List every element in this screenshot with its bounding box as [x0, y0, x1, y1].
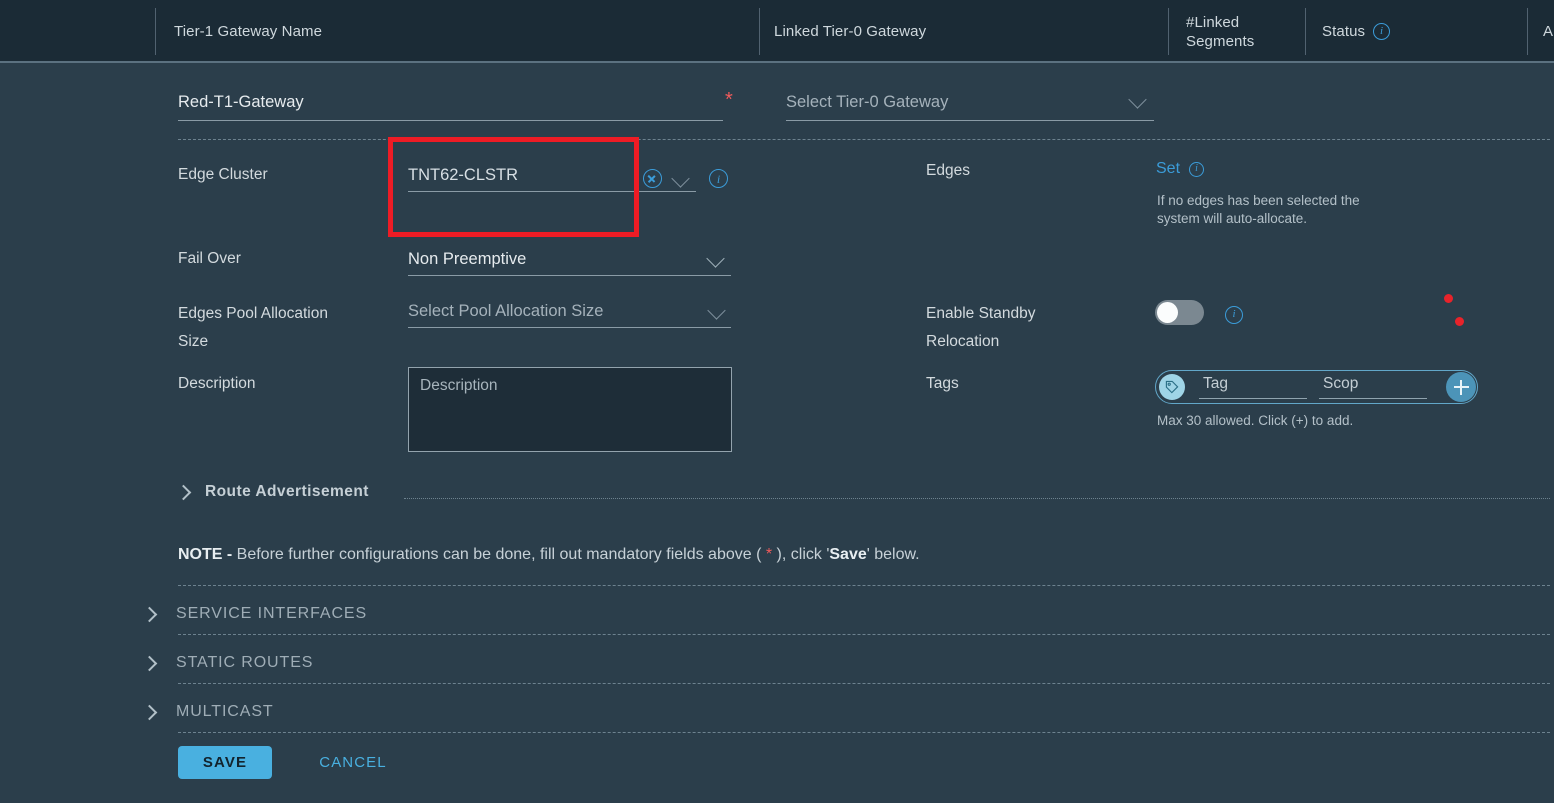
gateway-name-input[interactable]: Red-T1-Gateway — [178, 85, 723, 121]
edges-label: Edges — [926, 162, 970, 179]
edges-pool-allocation-size-select[interactable]: Select Pool Allocation Size — [408, 295, 731, 328]
enable-standby-relocation-toggle[interactable] — [1155, 300, 1204, 325]
chevron-right-icon — [175, 484, 192, 500]
header-separator — [155, 8, 156, 55]
tags-input-group: Tag Scop — [1155, 370, 1478, 404]
header-separator — [1527, 8, 1528, 55]
column-header-status[interactable]: Status i — [1322, 0, 1391, 63]
standby-label-line2: Relocation — [926, 333, 1000, 350]
section-service-interfaces[interactable]: SERVICE INTERFACES — [141, 605, 368, 623]
note-text-2: ), click ' — [772, 546, 830, 563]
tier1-gateway-edit-form: Red-T1-Gateway * Select Tier-0 Gateway E… — [0, 65, 1554, 803]
tag-icon — [1159, 374, 1185, 400]
section-multicast[interactable]: MULTICAST — [141, 703, 274, 721]
column-header-label: A — [1543, 23, 1554, 40]
edges-helper-line2: system will auto-allocate. — [1157, 211, 1308, 226]
linked-tier0-gateway-select[interactable]: Select Tier-0 Gateway — [786, 85, 1154, 121]
note-text-1: Before further configurations can be don… — [232, 546, 766, 563]
edge-cluster-label: Edge Cluster — [178, 166, 268, 183]
note-prefix: NOTE - — [178, 546, 233, 563]
edges-info-icon[interactable]: i — [1189, 161, 1205, 177]
linked-tier0-placeholder: Select Tier-0 Gateway — [786, 93, 949, 112]
column-header-label-line1: #Linked — [1186, 13, 1240, 31]
section-divider — [404, 498, 1550, 499]
annotation-dot — [1455, 317, 1464, 326]
section-title: STATIC ROUTES — [176, 654, 314, 671]
header-separator — [1168, 8, 1169, 55]
note-text-3: ' below. — [866, 546, 920, 563]
toggle-knob — [1157, 302, 1178, 323]
tags-helper-text: Max 30 allowed. Click (+) to add. — [1157, 413, 1354, 428]
enable-standby-relocation-label: Enable Standby Relocation — [926, 300, 1141, 356]
pool-label-line1: Edges Pool Allocation — [178, 305, 328, 322]
chevron-right-icon — [141, 655, 158, 671]
required-asterisk: * — [725, 89, 733, 111]
section-divider — [178, 139, 1550, 140]
gateway-table-header: Tier-1 Gateway Name Linked Tier-0 Gatewa… — [0, 0, 1554, 63]
description-placeholder: Description — [420, 377, 498, 394]
add-tag-button[interactable] — [1446, 372, 1476, 402]
tag-name-input[interactable]: Tag — [1199, 375, 1307, 399]
gateway-name-value: Red-T1-Gateway — [178, 93, 304, 112]
chevron-right-icon — [141, 704, 158, 720]
standby-label-line1: Enable Standby — [926, 305, 1036, 322]
section-route-advertisement[interactable]: Route Advertisement — [175, 483, 369, 501]
section-divider — [178, 634, 1550, 635]
column-header-alarms-truncated[interactable]: A — [1543, 0, 1553, 63]
column-header-label: Tier-1 Gateway Name — [174, 23, 323, 40]
note-save-word: Save — [829, 546, 867, 563]
section-title: MULTICAST — [176, 703, 274, 720]
clear-icon[interactable] — [643, 169, 662, 188]
description-textarea[interactable]: Description — [408, 367, 732, 452]
standby-relocation-info-icon[interactable]: i — [1225, 304, 1243, 324]
description-label: Description — [178, 375, 256, 392]
tag-scope-input[interactable]: Scop — [1319, 375, 1427, 399]
header-separator — [759, 8, 760, 55]
edges-set-row: Set i — [1156, 160, 1205, 178]
column-header-tier1-gateway-name[interactable]: Tier-1 Gateway Name — [174, 0, 322, 63]
section-divider — [178, 585, 1550, 586]
fail-over-value: Non Preemptive — [408, 249, 527, 268]
column-header-label: Status — [1322, 23, 1366, 40]
fail-over-select[interactable]: Non Preemptive — [408, 243, 731, 276]
fail-over-label: Fail Over — [178, 250, 241, 267]
edges-helper-line1: If no edges has been selected the — [1157, 193, 1360, 208]
column-header-label: Linked Tier-0 Gateway — [774, 23, 927, 40]
section-divider — [178, 683, 1550, 684]
edges-pool-allocation-size-label: Edges Pool Allocation Size — [178, 300, 393, 356]
pool-label-line2: Size — [178, 333, 209, 350]
column-header-linked-tier0-gateway[interactable]: Linked Tier-0 Gateway — [774, 0, 926, 63]
chevron-right-icon — [141, 606, 158, 622]
column-header-linked-segments[interactable]: #Linked Segments — [1186, 0, 1254, 63]
save-button[interactable]: SAVE — [178, 746, 272, 779]
tags-label: Tags — [926, 375, 959, 392]
mandatory-fields-note: NOTE - Before further configurations can… — [178, 546, 920, 564]
edge-cluster-value: TNT62-CLSTR — [408, 166, 519, 185]
edge-cluster-info-icon[interactable]: i — [709, 169, 728, 188]
section-title: Route Advertisement — [205, 483, 369, 500]
pool-allocation-placeholder: Select Pool Allocation Size — [408, 301, 604, 320]
info-icon[interactable]: i — [1373, 23, 1391, 40]
header-separator — [1305, 8, 1306, 55]
cancel-button[interactable]: CANCEL — [299, 746, 407, 779]
section-static-routes[interactable]: STATIC ROUTES — [141, 654, 314, 672]
edges-helper-text: If no edges has been selected the system… — [1157, 192, 1457, 228]
edges-set-link[interactable]: Set — [1156, 160, 1180, 178]
annotation-dot — [1444, 294, 1453, 303]
section-title: SERVICE INTERFACES — [176, 605, 368, 622]
section-divider — [178, 732, 1550, 733]
column-header-label-line2: Segments — [1186, 32, 1255, 50]
